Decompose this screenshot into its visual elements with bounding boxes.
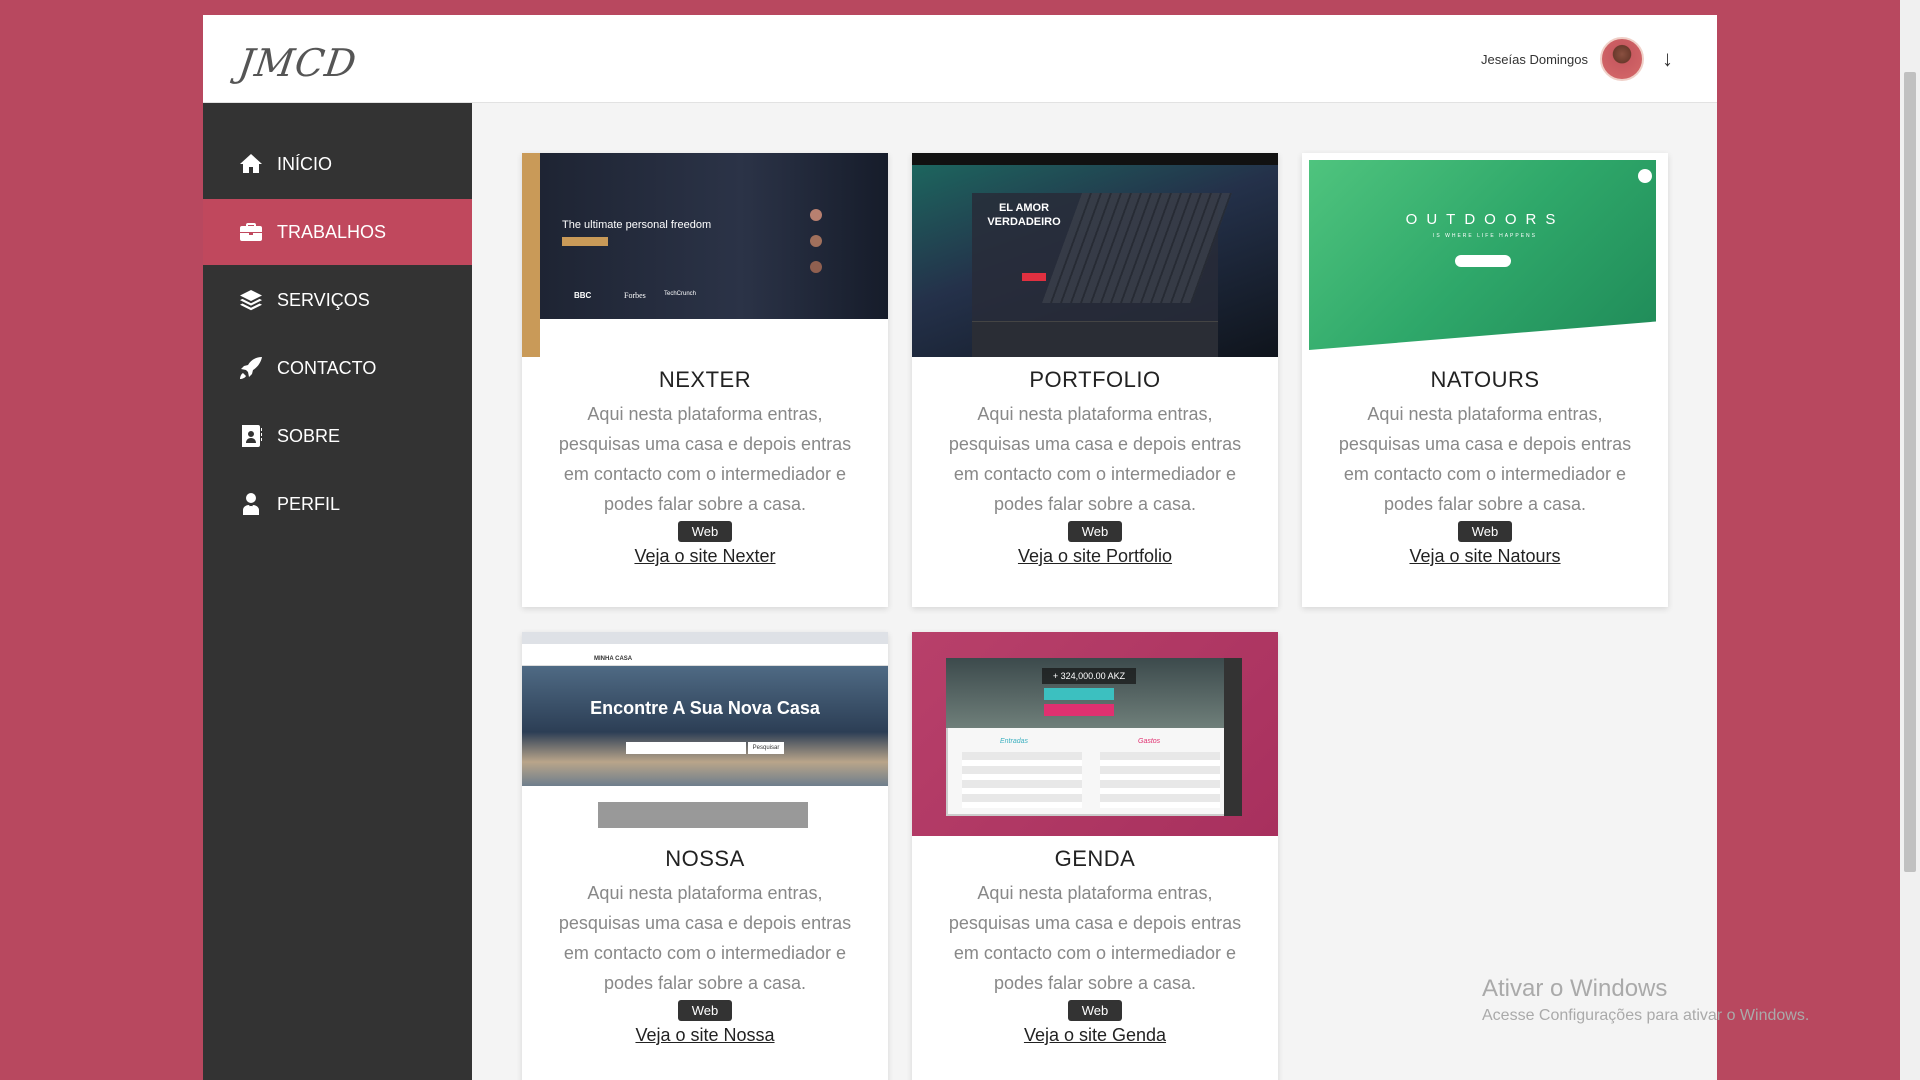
user-tie-icon — [239, 492, 263, 516]
contact-book-icon — [239, 424, 263, 448]
sidebar-item-label: PERFIL — [277, 493, 341, 514]
briefcase-icon — [239, 220, 263, 244]
project-card: EL AMOR VERDADEIRO PORTFOLIO Aqui nesta … — [912, 153, 1278, 607]
sidebar-item-label: SOBRE — [277, 425, 341, 446]
user-menu[interactable]: Jeseías Domingos ↓ — [1481, 37, 1673, 81]
card-description: Aqui nesta plataforma entras, pesquisas … — [948, 883, 1242, 993]
sidebar: INÍCIO TRABALHOS SERVIÇOS CONTACTO SOBRE… — [203, 103, 472, 1080]
visit-site-link[interactable]: Veja o site Genda — [912, 1025, 1278, 1046]
thumb-subheading: IS WHERE LIFE HAPPENS — [1433, 233, 1537, 239]
sidebar-item-perfil[interactable]: PERFIL — [203, 471, 472, 537]
category-badge: Web — [1067, 521, 1123, 542]
sidebar-item-servicos[interactable]: SERVIÇOS — [203, 267, 472, 333]
sidebar-item-inicio[interactable]: INÍCIO — [203, 131, 472, 197]
card-description: Aqui nesta plataforma entras, pesquisas … — [558, 404, 852, 514]
projects-grid: The ultimate personal freedom BBC Forbes… — [472, 103, 1717, 1080]
sidebar-item-label: CONTACTO — [277, 357, 377, 378]
thumb-heading: EL AMOR VERDADEIRO — [987, 202, 1061, 228]
scrollbar-thumb[interactable] — [1904, 72, 1916, 872]
thumb-brand: Forbes — [624, 291, 646, 300]
card-description: Aqui nesta plataforma entras, pesquisas … — [948, 404, 1242, 514]
home-icon — [239, 152, 263, 176]
card-description: Aqui nesta plataforma entras, pesquisas … — [1338, 404, 1632, 514]
thumb-brand: MINHA CASA — [594, 656, 633, 662]
windows-activation-watermark: Ativar o Windows Acesse Configurações pa… — [1482, 975, 1809, 1025]
visit-site-link[interactable]: Veja o site Natours — [1302, 546, 1668, 567]
sidebar-item-label: SERVIÇOS — [277, 289, 370, 310]
project-thumbnail[interactable]: EL AMOR VERDADEIRO — [912, 153, 1278, 357]
project-thumbnail[interactable]: The ultimate personal freedom BBC Forbes… — [522, 153, 888, 357]
thumb-column: Gastos — [1138, 738, 1161, 745]
project-card: MINHA CASA Encontre A Sua Nova Casa Pesq… — [522, 632, 888, 1080]
category-badge: Web — [677, 521, 733, 542]
thumb-heading: OUTDOORS — [1405, 211, 1565, 228]
sidebar-item-sobre[interactable]: SOBRE — [203, 403, 472, 469]
visit-site-link[interactable]: Veja o site Portfolio — [912, 546, 1278, 567]
thumb-heading: Encontre A Sua Nova Casa — [590, 698, 820, 718]
project-card: The ultimate personal freedom BBC Forbes… — [522, 153, 888, 607]
project-thumbnail[interactable]: + 324,000.00 AKZ Entradas Gastos — [912, 632, 1278, 836]
watermark-subtitle: Acesse Configurações para ativar o Windo… — [1482, 1007, 1810, 1024]
thumb-balance: + 324,000.00 AKZ — [1042, 668, 1136, 684]
app-window: JMCD Jeseías Domingos ↓ INÍCIO TRABALHOS… — [203, 15, 1717, 1080]
card-title: NOSSA — [665, 846, 745, 871]
project-thumbnail[interactable]: MINHA CASA Encontre A Sua Nova Casa Pesq… — [522, 632, 888, 836]
card-description: Aqui nesta plataforma entras, pesquisas … — [558, 883, 852, 993]
card-title: NATOURS — [1430, 367, 1540, 392]
arrow-down-icon[interactable]: ↓ — [1662, 46, 1673, 72]
sidebar-item-contacto[interactable]: CONTACTO — [203, 335, 472, 401]
logo[interactable]: JMCD — [236, 41, 360, 85]
thumb-search-button: Pesquisar — [748, 742, 784, 754]
sidebar-nav: INÍCIO TRABALHOS SERVIÇOS CONTACTO SOBRE… — [203, 103, 472, 537]
project-thumbnail[interactable]: OUTDOORS IS WHERE LIFE HAPPENS — [1302, 153, 1668, 357]
category-badge: Web — [1067, 1000, 1123, 1021]
thumb-brand: TechCrunch — [664, 291, 697, 297]
category-badge: Web — [677, 1000, 733, 1021]
project-card: OUTDOORS IS WHERE LIFE HAPPENS NATOURS A… — [1302, 153, 1668, 607]
user-name[interactable]: Jeseías Domingos — [1481, 52, 1588, 67]
sidebar-item-label: INÍCIO — [277, 153, 333, 174]
thumb-heading: The ultimate personal freedom — [562, 219, 712, 231]
card-title: PORTFOLIO — [1029, 367, 1161, 392]
visit-site-link[interactable]: Veja o site Nossa — [522, 1025, 888, 1046]
sidebar-item-label: TRABALHOS — [277, 221, 387, 242]
rocket-icon — [239, 356, 263, 380]
card-title: GENDA — [1054, 846, 1136, 871]
category-badge: Web — [1457, 521, 1513, 542]
project-card: + 324,000.00 AKZ Entradas Gastos GENDA A… — [912, 632, 1278, 1080]
card-title: NEXTER — [658, 367, 752, 392]
sidebar-item-trabalhos[interactable]: TRABALHOS — [203, 199, 472, 265]
visit-site-link[interactable]: Veja o site Nexter — [522, 546, 888, 567]
layers-icon — [239, 288, 263, 312]
watermark-title: Ativar o Windows — [1482, 975, 1668, 1002]
header: JMCD Jeseías Domingos ↓ — [203, 15, 1717, 103]
avatar[interactable] — [1600, 37, 1644, 81]
thumb-column: Entradas — [1000, 738, 1029, 745]
page-scrollbar[interactable] — [1900, 0, 1920, 1080]
thumb-brand: BBC — [574, 291, 592, 300]
